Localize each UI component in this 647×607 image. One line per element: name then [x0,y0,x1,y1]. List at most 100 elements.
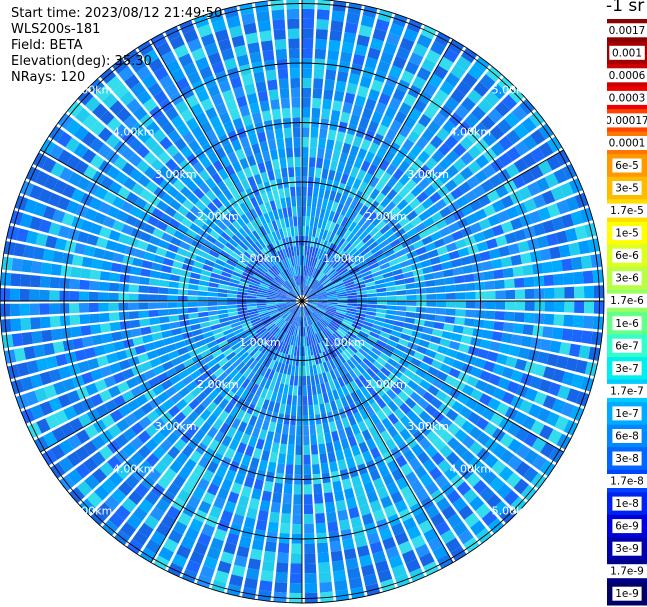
beam-gate [90,324,102,335]
beam-gate [257,90,269,103]
beam-gate [270,99,280,110]
beam-gate [31,260,43,274]
beam-gate [70,266,82,278]
beam-gate [187,302,198,307]
beam-gate [296,346,300,357]
beam-gate [302,147,309,157]
beam-gate [366,304,377,309]
beam-gate [458,343,470,354]
beam-gate [321,168,329,180]
beam-gate [319,453,328,464]
beam-gate [366,307,377,312]
beam-gate [262,50,275,62]
beam-gate [158,279,170,287]
beam-gate [287,206,293,218]
beam-gate [141,260,153,269]
beam-gate [208,282,219,288]
beam-gate [264,160,273,172]
beam-gate [554,287,565,299]
beam-gate [157,294,168,301]
beam-gate [269,451,278,463]
beam-gate [302,137,309,148]
beam-gate [19,288,30,301]
beam-gate [302,346,305,357]
colorbar-tick-label: 1.7e-5 [610,205,644,217]
beam-gate [271,108,282,120]
range-ring-label: 3.00km [155,168,197,181]
beam-gate [132,257,144,267]
beam-gate [307,196,312,207]
beam-gate [563,314,574,327]
beam-gate [252,447,263,460]
beam-gate [325,501,336,513]
beam-gate [227,308,238,313]
beam-gate [303,464,312,475]
beam-gate [187,307,198,313]
beam-gate [246,301,257,304]
beam-gate [422,266,434,274]
beam-gate [339,519,351,531]
beam-gate [314,48,326,60]
beam-gate [258,429,268,441]
beam-gate [251,143,261,155]
beam-gate [151,332,163,341]
beam-gate [313,404,320,415]
beam-gate [318,571,332,583]
beam-gate [553,314,565,326]
beam-gate [236,294,247,299]
beam-gate [108,312,120,322]
beam-gate [21,259,33,273]
beam-gate [302,336,305,347]
beam-gate [189,318,200,325]
beam-gate [255,81,267,93]
beam-gate [327,49,340,61]
beam-gate [282,424,289,435]
beam-gate [329,421,337,433]
beam-gate [330,20,344,32]
beam-gate [153,339,165,349]
beam-gate [29,303,40,316]
beam-gate [386,291,397,296]
beam-gate [302,216,306,226]
beam-gate [504,278,515,289]
beam-gate [302,87,312,98]
beam-gate [257,162,266,174]
beam-gate [502,267,514,278]
beam-gate [339,152,349,164]
beam-gate [302,156,309,167]
beam-gate [327,129,337,141]
beam-gate [302,366,306,377]
beam-gate [319,403,326,414]
beam-gate [288,434,295,445]
beam-gate [108,292,119,301]
beam-gate [275,572,288,583]
beam-gate [322,422,330,434]
beam-gate [503,322,514,333]
beam-gate [274,39,287,50]
beam-gate [306,206,311,217]
beam-gate [276,562,289,573]
beam-gate [264,541,277,553]
beam-gate [187,290,198,296]
beam-gate [298,366,302,377]
colorbar-tick-label: 0.0017 [609,25,646,37]
beam-gate [263,440,272,452]
beam-gate [280,513,291,524]
range-ring-label: 1.00km [323,252,365,265]
beam-gate [334,140,343,152]
beam-gate [69,291,80,301]
range-ring-label: 2.00km [365,378,407,391]
beam-gate [310,206,316,217]
beam-gate [310,434,318,445]
beam-gate [269,511,280,523]
beam-gate [441,261,453,270]
beam-gate [295,445,302,455]
beam-gate [302,196,307,207]
beam-gate [304,346,308,357]
beam-gate [491,331,503,342]
beam-gate [293,147,301,158]
beam-gate [465,301,476,309]
beam-gate [101,260,113,271]
beam-gate [263,480,274,493]
elevation-label: Elevation(deg): 35.30 [11,54,152,69]
